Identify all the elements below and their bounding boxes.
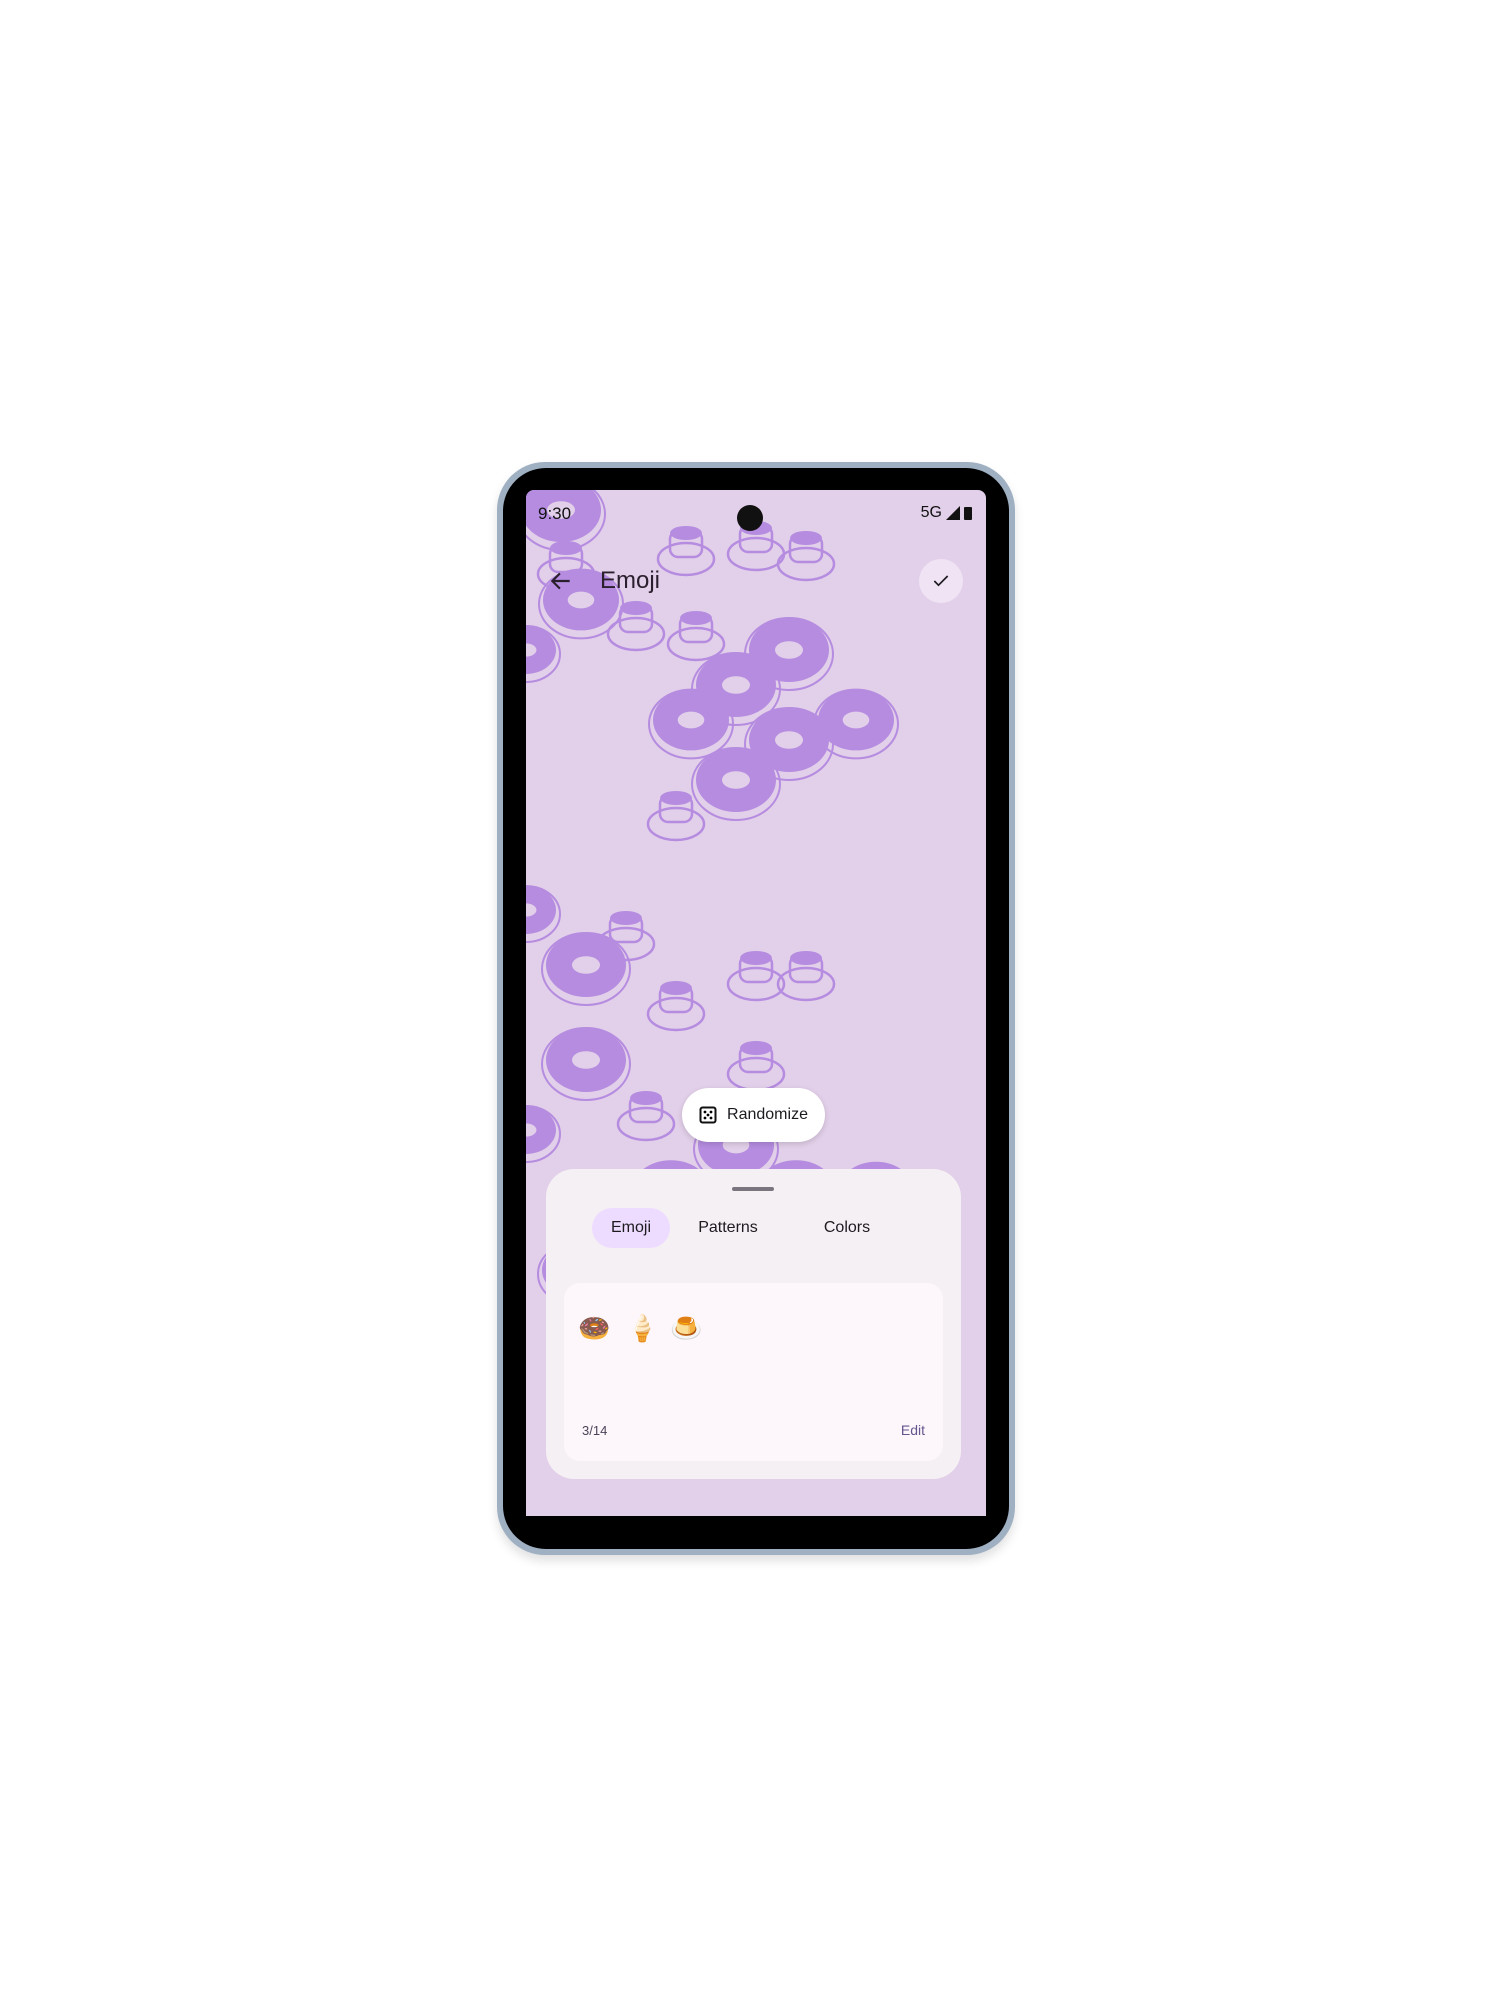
pudding-plate (656, 541, 716, 577)
pudding-plate (646, 806, 706, 842)
battery-icon (964, 507, 972, 520)
pudding-top (790, 531, 822, 545)
pudding-plate (646, 996, 706, 1032)
status-icons: 5G (921, 504, 972, 522)
pudding-top (740, 1041, 772, 1055)
pudding-top (660, 791, 692, 805)
pudding-plate (726, 1056, 786, 1092)
pudding-plate (606, 616, 666, 652)
pudding-top (670, 526, 702, 540)
camera-cutout (737, 505, 763, 531)
screen: 9:30 5G Emoji Randomize Emoji Patterns C… (526, 490, 986, 1516)
donut-hole (775, 641, 803, 659)
donut-hole (572, 956, 600, 974)
bottom-sheet: Emoji Patterns Colors 🍩 🍦 🍮 3/14 Edit (546, 1169, 961, 1479)
emoji-count: 3/14 (582, 1423, 608, 1438)
back-arrow-icon[interactable] (548, 568, 574, 594)
emoji-ice-cream[interactable]: 🍦 (626, 1313, 658, 1344)
pudding-plate (616, 1106, 676, 1142)
emoji-pudding[interactable]: 🍮 (670, 1313, 702, 1344)
tab-colors[interactable]: Colors (802, 1208, 892, 1248)
pudding-top (740, 951, 772, 965)
randomize-button[interactable]: Randomize (682, 1088, 825, 1142)
status-time: 9:30 (538, 504, 572, 523)
tab-emoji[interactable]: Emoji (592, 1208, 670, 1248)
donut-hole (677, 711, 705, 729)
donut-hole (567, 591, 595, 609)
emoji-card: 🍩 🍦 🍮 3/14 Edit (564, 1283, 943, 1461)
donut-hole (572, 1051, 600, 1069)
pudding-top (630, 1091, 662, 1105)
pudding-plate (776, 546, 836, 582)
signal-icon (946, 506, 960, 520)
pudding-top (680, 611, 712, 625)
pudding-top (790, 951, 822, 965)
emoji-donut[interactable]: 🍩 (578, 1313, 610, 1344)
drag-handle[interactable] (732, 1187, 774, 1191)
donut-hole (775, 731, 803, 749)
confirm-button[interactable] (919, 559, 963, 603)
pudding-plate (666, 626, 726, 662)
pudding-plate (726, 966, 786, 1002)
donut-hole (842, 711, 870, 729)
donut-hole (722, 771, 750, 789)
pudding-top (660, 981, 692, 995)
pudding-top (610, 911, 642, 925)
page-title: Emoji (600, 567, 661, 594)
pudding-plate (776, 966, 836, 1002)
edit-button[interactable]: Edit (901, 1422, 925, 1438)
pudding-top (620, 601, 652, 615)
randomize-label: Randomize (727, 1106, 808, 1123)
pudding-plate (726, 536, 786, 572)
donut-hole (722, 676, 750, 694)
network-label: 5G (920, 504, 942, 521)
check-icon (933, 575, 949, 587)
tab-patterns[interactable]: Patterns (680, 1208, 776, 1248)
pudding-top (550, 541, 582, 555)
dice-icon (699, 1106, 717, 1124)
